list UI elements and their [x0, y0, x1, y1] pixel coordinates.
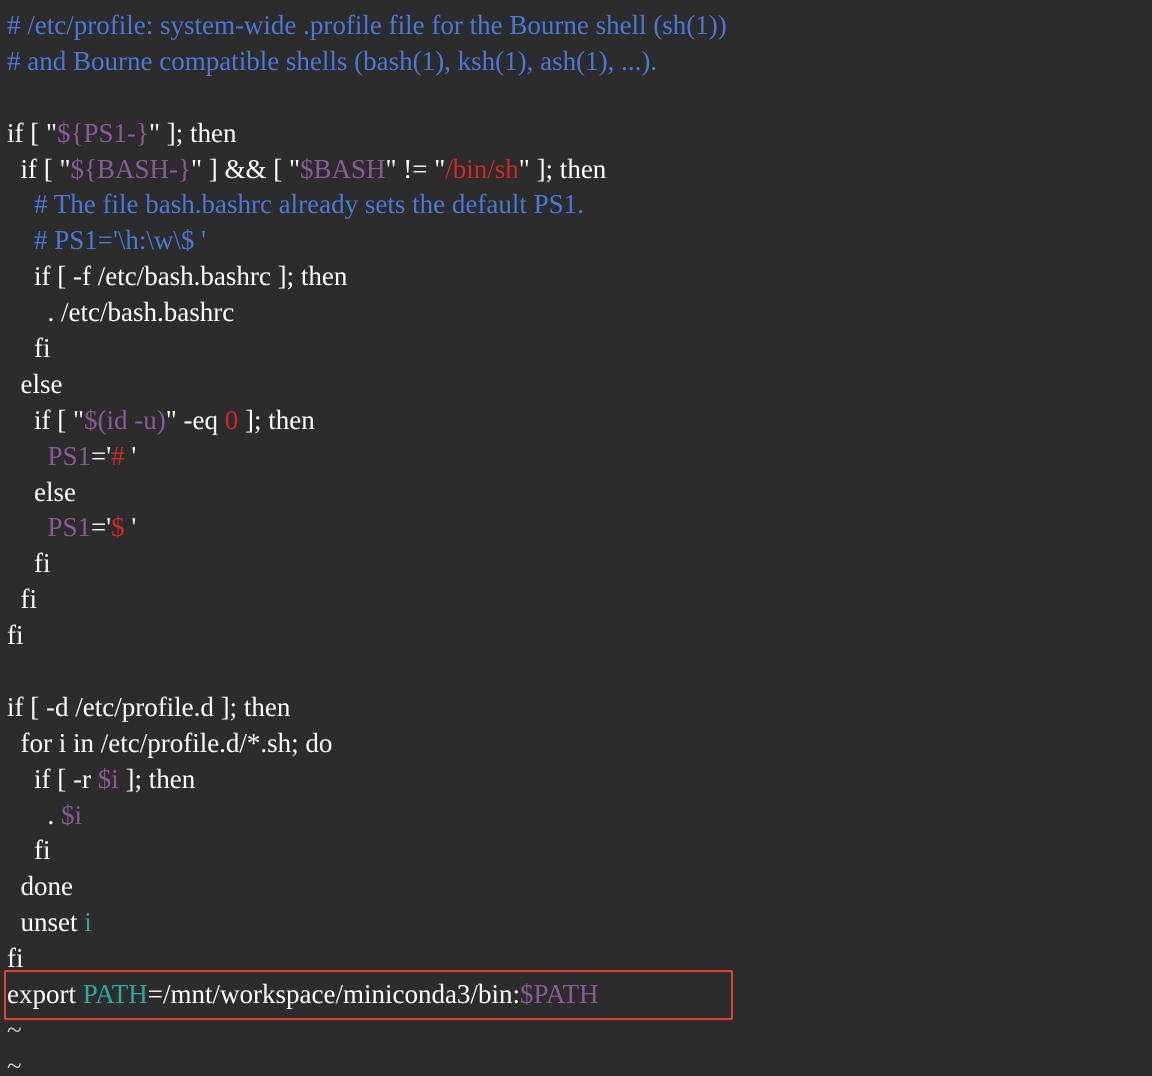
code-line: # /etc/profile: system-wide .profile fil… — [7, 8, 1152, 44]
code-line: unset i — [7, 905, 1152, 941]
code-token: $ — [111, 512, 132, 543]
code-token: fi — [7, 943, 24, 974]
code-line: PS1='$ ' — [7, 510, 1152, 546]
code-line: ~ — [7, 1049, 1152, 1076]
code-token: if [ " — [7, 153, 71, 184]
code-token: fi — [7, 835, 51, 866]
code-token: for i in /etc/profile.d/*.sh; do — [7, 727, 333, 758]
code-token: # The file bash.bashrc already sets the … — [7, 189, 584, 220]
code-token: " ] && [ " — [190, 153, 300, 184]
code-line: . /etc/bash.bashrc — [7, 295, 1152, 331]
code-line: if [ "${PS1-}" ]; then — [7, 116, 1152, 152]
code-token: ${PS1-} — [57, 117, 149, 148]
code-token: PS1 — [47, 440, 92, 471]
code-token: =' — [91, 512, 112, 543]
code-token: ]; then — [118, 763, 196, 794]
code-token: . — [7, 799, 61, 830]
code-token: ' — [131, 512, 137, 543]
code-token: else — [7, 476, 76, 507]
code-token: # /etc/profile: system-wide .profile fil… — [7, 10, 727, 40]
code-token: $(id -u) — [84, 404, 166, 435]
code-token: export — [7, 979, 83, 1010]
code-token: ${BASH-} — [70, 153, 191, 184]
code-token: " ]; then — [148, 117, 237, 148]
code-line: fi — [7, 331, 1152, 367]
code-token: else — [7, 368, 63, 399]
code-token: =' — [91, 440, 112, 471]
code-line: fi — [7, 546, 1152, 582]
code-token: fi — [7, 620, 24, 651]
code-token: if [ -d /etc/profile.d ]; then — [7, 691, 291, 722]
code-line: if [ -d /etc/profile.d ]; then — [7, 690, 1152, 726]
code-token: done — [7, 871, 73, 902]
code-token: # and Bourne compatible shells (bash(1),… — [7, 45, 658, 76]
code-token: PATH — [82, 979, 148, 1010]
code-token: # — [111, 440, 132, 471]
code-token: 0 — [224, 404, 239, 435]
code-token: if [ -f /etc/bash.bashrc ]; then — [7, 261, 348, 292]
code-line: fi — [7, 941, 1152, 977]
terminal-editor[interactable]: # /etc/profile: system-wide .profile fil… — [0, 0, 1152, 1076]
code-token: fi — [7, 584, 38, 615]
code-token: . /etc/bash.bashrc — [7, 297, 235, 328]
code-area[interactable]: # /etc/profile: system-wide .profile fil… — [7, 8, 1152, 1076]
code-token: if [ " — [7, 404, 85, 435]
code-line: . $i — [7, 798, 1152, 834]
code-line: done — [7, 869, 1152, 905]
code-line: for i in /etc/profile.d/*.sh; do — [7, 726, 1152, 762]
code-line: # The file bash.bashrc already sets the … — [7, 187, 1152, 223]
code-token: " -eq — [165, 404, 225, 435]
code-line: else — [7, 475, 1152, 511]
code-line: fi — [7, 582, 1152, 618]
code-token: =/mnt/workspace/miniconda3/bin: — [147, 979, 520, 1010]
code-token: fi — [7, 548, 51, 579]
code-token: ~ — [7, 1014, 22, 1045]
code-token: $i — [61, 799, 83, 830]
code-token: fi — [7, 333, 51, 364]
code-token: ]; then — [238, 404, 315, 435]
code-token: /bin/sh — [445, 153, 519, 184]
code-line: if [ "${BASH-}" ] && [ "$BASH" != "/bin/… — [7, 152, 1152, 188]
code-line: ~ — [7, 1013, 1152, 1049]
code-line: if [ -r $i ]; then — [7, 762, 1152, 798]
code-line: # PS1='\h:\w\$ ' — [7, 223, 1152, 259]
code-token: if [ " — [7, 117, 58, 148]
code-token: PS1 — [47, 512, 92, 543]
code-line: fi — [7, 833, 1152, 869]
code-line: PS1='# ' — [7, 439, 1152, 475]
code-token: " ]; then — [518, 153, 607, 184]
code-token: i — [84, 907, 92, 938]
code-token: if [ -r — [7, 763, 98, 794]
code-token: # PS1='\h:\w\$ ' — [7, 225, 206, 256]
code-line: if [ -f /etc/bash.bashrc ]; then — [7, 259, 1152, 295]
code-token: ~ — [7, 1050, 22, 1076]
code-token: $BASH — [299, 153, 386, 184]
code-line: fi — [7, 618, 1152, 654]
code-line: else — [7, 367, 1152, 403]
code-token: $i — [97, 763, 119, 794]
code-line: if [ "$(id -u)" -eq 0 ]; then — [7, 403, 1152, 439]
code-line: # and Bourne compatible shells (bash(1),… — [7, 44, 1152, 80]
code-line: export PATH=/mnt/workspace/miniconda3/bi… — [7, 977, 1152, 1013]
code-token: ' — [131, 440, 137, 471]
code-token: " != " — [385, 153, 446, 184]
code-token: unset — [7, 907, 85, 938]
code-token: $PATH — [519, 979, 599, 1010]
